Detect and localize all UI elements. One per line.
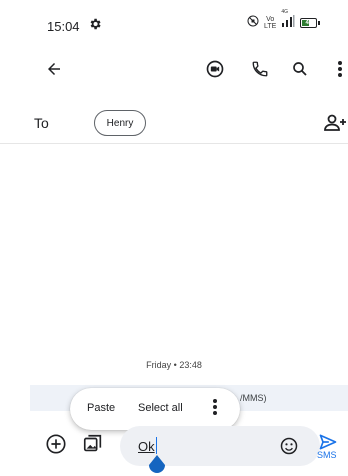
app-bar — [0, 50, 348, 90]
signal-icon: 4G — [281, 9, 295, 32]
battery-percent: 43 — [305, 20, 313, 26]
emoji-icon[interactable] — [277, 434, 301, 458]
gallery-icon[interactable] — [81, 432, 105, 456]
select-all-button[interactable]: Select all — [138, 402, 183, 414]
status-bar: 15:04 Vo LTE 4G 43 — [0, 0, 348, 50]
add-person-icon[interactable] — [324, 111, 348, 135]
more-vert-icon[interactable] — [332, 57, 348, 81]
send-icon[interactable] — [316, 432, 340, 452]
recipient-chip[interactable]: Henry — [94, 110, 146, 136]
settings-gear-icon — [88, 17, 102, 36]
conversation-date: Friday • 23:48 — [146, 360, 202, 370]
search-icon[interactable] — [288, 57, 312, 81]
status-right-cluster: Vo LTE 4G 43 — [247, 9, 321, 32]
battery-icon: 43 — [300, 18, 321, 28]
mute-icon — [247, 14, 259, 32]
text-cursor — [156, 437, 157, 454]
volte-indicator: Vo LTE — [264, 16, 276, 30]
network-type: 4G — [281, 9, 288, 15]
conversation-area — [0, 145, 348, 380]
phone-icon[interactable] — [248, 57, 272, 81]
volte-bottom: LTE — [264, 23, 277, 30]
text-selection-handle[interactable] — [147, 455, 167, 476]
paste-button[interactable]: Paste — [87, 402, 115, 414]
message-type-text: /MMS) — [240, 393, 267, 403]
status-time: 15:04 — [47, 19, 80, 34]
composer-bar: Ok — [0, 420, 348, 476]
recipient-bar: To Henry — [0, 106, 348, 144]
send-sms-label: SMS — [317, 450, 337, 460]
back-arrow-icon[interactable] — [42, 57, 66, 81]
menu-more-icon[interactable] — [212, 398, 218, 421]
message-text: Ok — [138, 439, 155, 454]
volte-top: Vo — [266, 16, 275, 23]
video-call-icon[interactable] — [203, 57, 227, 81]
to-label: To — [34, 115, 49, 131]
add-circle-icon[interactable] — [44, 432, 68, 456]
